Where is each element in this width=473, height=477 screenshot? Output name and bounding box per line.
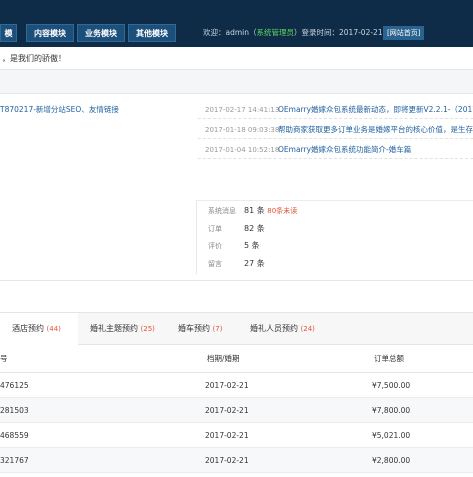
stat-orders: 订单 82 条 [198, 220, 473, 238]
stat-value: 5 条 [244, 241, 260, 250]
tab-car-booking[interactable]: 婚车预约 (7) [178, 313, 222, 345]
order-date: 2017-02-21 [205, 431, 249, 440]
news-title[interactable]: 帮助商家获取更多订单业务是婚嫁平台的核心价值，是生存的 [278, 125, 473, 134]
section-header-strip [0, 70, 473, 94]
site-home-link[interactable]: [网站首页] [383, 26, 425, 40]
section-divider [0, 280, 473, 281]
stat-value: 81 条 [244, 206, 265, 215]
tab-module[interactable]: 模块 [0, 24, 17, 56]
news-date: 2017-01-18 09:03:38 [205, 126, 280, 134]
table-header: 号 档期/婚期 订单总额 [0, 345, 473, 373]
notice-text: ，是我们的骄傲！ [0, 47, 473, 70]
stat-label: 留言 [208, 259, 222, 268]
stat-value: 82 条 [244, 223, 265, 233]
stat-label: 系统消息 [208, 207, 236, 215]
admin-role: 系统管理员 [256, 28, 295, 37]
order-total: ¥7,800.00 [372, 406, 411, 415]
news-item[interactable]: 2017-02-17 14:41:13OEmarry婚嫁众包系统最新动态，即将更… [198, 101, 473, 119]
tab-hotel-booking[interactable]: 酒店预约 (44) [0, 313, 78, 345]
order-no: 476125 [0, 381, 29, 390]
news-date: 2017-02-17 14:41:13 [205, 106, 280, 114]
order-date: 2017-02-21 [205, 456, 249, 465]
stat-label: 订单 [208, 224, 222, 233]
tab-count: (24) [300, 325, 315, 333]
tab-staff-booking[interactable]: 婚礼人员预约 (24) [250, 313, 315, 345]
news-title[interactable]: OEmarry婚嫁众包系统功能简介-婚车篇 [278, 145, 411, 154]
stat-comments: 留言 27 条 [198, 255, 473, 273]
stat-reviews: 评价 5 条 [198, 237, 473, 255]
news-left-link[interactable]: T870217-新增分站SEO、友情链接 [0, 104, 119, 115]
tab-other-module[interactable]: 其他模块 [128, 24, 176, 42]
order-no: 281503 [0, 406, 29, 415]
unread-link[interactable]: 80条未读 [267, 207, 297, 215]
order-date: 2017-02-21 [205, 381, 249, 390]
tab-content-module[interactable]: 内容模块 [26, 24, 74, 42]
news-date: 2017-01-04 10:52:18 [205, 146, 280, 154]
col-date: 档期/婚期 [207, 354, 240, 363]
tab-label: 酒店预约 [12, 324, 44, 333]
order-date: 2017-02-21 [205, 406, 249, 415]
tab-count: (7) [212, 325, 223, 333]
table-row[interactable]: 321767 2017-02-21 ¥2,800.00 [0, 448, 473, 473]
stats-panel: 系统消息 81 条 80条未读 订单 82 条 评价 5 条 留言 27 条 [198, 202, 473, 272]
news-title[interactable]: OEmarry婚嫁众包系统最新动态，即将更新V2.2.1-（2017.2 [278, 105, 473, 114]
tab-label: 婚礼主题预约 [90, 324, 138, 333]
top-nav-bar: 模块 内容模块 业务模块 其他模块 欢迎：admin（系统管理员）登录时间：20… [0, 0, 473, 56]
stat-label: 评价 [208, 242, 222, 250]
stat-value: 27 条 [244, 258, 265, 268]
col-total: 订单总额 [374, 354, 404, 363]
tab-label: 婚礼人员预约 [250, 324, 298, 333]
tab-count: (44) [46, 325, 61, 333]
stats-divider [196, 200, 197, 274]
news-item[interactable]: 2017-01-18 09:03:38帮助商家获取更多订单业务是婚嫁平台的核心价… [198, 121, 473, 139]
stats-top-border [196, 200, 473, 201]
order-total: ¥5,021.00 [372, 431, 411, 440]
col-order-no: 号 [0, 354, 8, 363]
news-item[interactable]: 2017-01-04 10:52:18OEmarry婚嫁众包系统功能简介-婚车篇 [198, 141, 473, 159]
booking-tabs: 酒店预约 (44) 婚礼主题预约 (25) 婚车预约 (7) 婚礼人员预约 (2… [0, 312, 473, 345]
table-row[interactable]: 476125 2017-02-21 ¥7,500.00 [0, 373, 473, 398]
order-total: ¥2,800.00 [372, 456, 411, 465]
table-row[interactable]: 281503 2017-02-21 ¥7,800.00 [0, 398, 473, 423]
tab-label: 婚车预约 [178, 324, 210, 333]
order-no: 321767 [0, 456, 29, 465]
table-row[interactable]: 468559 2017-02-21 ¥5,021.00 [0, 423, 473, 448]
tab-count: (25) [140, 325, 155, 333]
order-no: 468559 [0, 431, 29, 440]
tab-theme-booking[interactable]: 婚礼主题预约 (25) [90, 313, 155, 345]
order-total: ¥7,500.00 [372, 381, 411, 390]
tab-business-module[interactable]: 业务模块 [77, 24, 125, 42]
stat-messages: 系统消息 81 条 80条未读 [198, 202, 473, 220]
welcome-prefix: 欢迎：admin（ [203, 28, 257, 37]
